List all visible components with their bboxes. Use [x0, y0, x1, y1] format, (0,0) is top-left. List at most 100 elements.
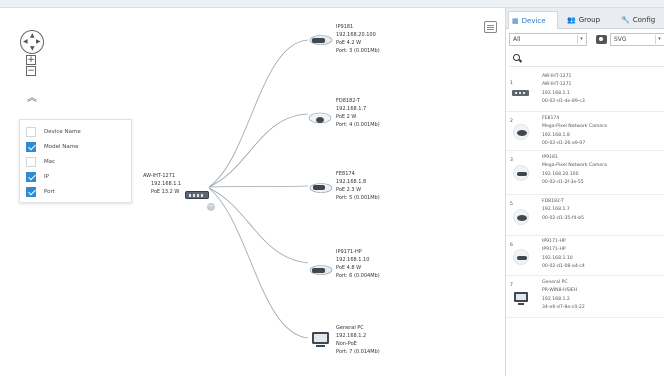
node-name: AW-IHT-1271 — [143, 173, 176, 179]
link-fe8174 — [208, 185, 309, 188]
pan-up-icon[interactable]: ▲ — [30, 33, 35, 39]
device-list-item[interactable]: 6 IP9171-HP IP9171-HP 192.168.1.10 00-02… — [506, 236, 664, 276]
collapse-chevron-icon[interactable]: ︽ — [27, 89, 37, 104]
node-line: IP9181 — [336, 24, 354, 30]
device-line: Mega-Pixel Network Camera — [542, 124, 607, 130]
node-line: PoE 4.8 W — [336, 265, 362, 271]
link-ip9171 — [208, 187, 309, 264]
filter-label: IP — [44, 174, 49, 180]
checkbox[interactable] — [26, 157, 36, 167]
node-label-ip9181: IP9181 192.168.20.100 PoE 4.2 W Port: 3 … — [336, 23, 380, 55]
device-list-item[interactable]: 5 FD8182-T 192.168.1.7 00-02-d1-35-f4-b5 — [506, 195, 664, 236]
bullet-camera-icon — [513, 249, 529, 265]
filter-device-name[interactable]: Device Name — [26, 126, 81, 138]
select-value: SVG — [614, 36, 627, 43]
node-label-generalpc: General PC 192.168.1.2 Non-PoE Port: 7 (… — [336, 324, 380, 356]
zoom-in-button[interactable]: + — [26, 55, 36, 65]
bullet-camera-icon[interactable] — [309, 35, 333, 45]
dome-camera-icon — [513, 209, 529, 225]
device-index: 5 — [510, 202, 513, 207]
node-line: PoE 2 W — [336, 114, 357, 120]
dome-camera-icon — [513, 124, 529, 140]
device-line: 192.168.1.1 — [542, 90, 570, 96]
box-camera-icon[interactable] — [309, 183, 333, 193]
device-line: IP9171-HP — [542, 239, 566, 244]
checkbox[interactable] — [26, 142, 36, 152]
device-list-item[interactable]: 7 General PC PR-WIN8-HSIEH 192.168.1.2 3… — [506, 276, 664, 318]
node-line: Non-PoE — [336, 341, 357, 347]
device-line: AW-IHT-1271 — [542, 82, 572, 88]
filter-label: Device Name — [44, 129, 81, 135]
link-fd8182 — [208, 113, 309, 188]
bullet-camera-icon[interactable] — [309, 265, 333, 275]
node-line: FD8182-T — [336, 98, 360, 104]
tab-device[interactable]: ▦ Device — [508, 11, 558, 29]
device-line: 00-02-d1-35-f4-b5 — [542, 215, 585, 221]
device-panel: ▦Device 👥Group 🔧Config All ▾ SVG ▾ 1 — [505, 8, 664, 376]
node-line: 192.168.1.8 — [336, 179, 367, 185]
device-details: IP9171-HP IP9171-HP 192.168.1.10 00-02-d… — [542, 238, 585, 271]
node-line: 192.168.1.10 — [336, 257, 370, 263]
search-icon — [513, 54, 520, 61]
root-switch-label: AW-IHT-1271 192.168.1.1 PoE 13.2 W — [143, 172, 181, 196]
device-details: General PC PR-WIN8-HSIEH 192.168.1.2 34-… — [542, 279, 585, 312]
chevron-down-icon: ▾ — [577, 35, 585, 44]
dome-camera-icon[interactable] — [308, 112, 332, 124]
node-line: Port: 6 (0.004Mb) — [336, 273, 380, 279]
device-search[interactable] — [509, 52, 664, 67]
device-line: 00-02-d1-2f-3e-55 — [542, 179, 584, 185]
collapse-node-button[interactable]: − — [207, 203, 215, 211]
device-line: Mega-Pixel Network Camera — [542, 163, 607, 169]
tab-group[interactable]: 👥 Group — [564, 11, 614, 29]
export-format-select[interactable]: SVG ▾ — [610, 33, 664, 46]
node-line: 192.168.20.100 — [336, 32, 376, 38]
tab-label: Device — [521, 17, 546, 25]
device-list-item[interactable]: 1 AW-IHT-1271 AW-IHT-1271 192.168.1.1 00… — [506, 68, 664, 112]
device-line: AW-IHT-1271 — [542, 74, 572, 79]
device-line: 00-02-d1-de-89-c3 — [542, 98, 585, 104]
device-list-item[interactable]: 3 IP9181 Mega-Pixel Network Camera 192.1… — [506, 151, 664, 195]
device-filter-select[interactable]: All ▾ — [509, 33, 587, 46]
link-generalpc — [208, 187, 309, 339]
app-window: ▲ ▼ ◀ ▶ + − ︽ Device Name Model Name Mac… — [0, 0, 664, 376]
device-line: 00-02-d1-26-a9-07 — [542, 140, 586, 146]
filter-model-name[interactable]: Model Name — [26, 141, 79, 153]
filter-ip[interactable]: IP — [26, 171, 49, 183]
checkbox[interactable] — [26, 187, 36, 197]
pc-monitor-icon[interactable] — [312, 332, 329, 347]
zoom-out-button[interactable]: − — [26, 66, 36, 76]
filter-mac[interactable]: Mac — [26, 156, 55, 168]
device-index: 2 — [510, 119, 513, 124]
checkbox[interactable] — [26, 172, 36, 182]
node-label-fe8174: FE8174 192.168.1.8 PoE 2.3 W Port: 5 (0.… — [336, 170, 380, 202]
node-poe: PoE 13.2 W — [151, 189, 180, 195]
pan-left-icon[interactable]: ◀ — [23, 39, 28, 45]
top-bar — [0, 0, 664, 8]
label-filter-panel: Device Name Model Name Mac IP Port — [19, 119, 132, 203]
pan-down-icon[interactable]: ▼ — [30, 46, 35, 52]
users-icon: 👥 — [567, 16, 576, 24]
checkbox[interactable] — [26, 127, 36, 137]
device-details: IP9181 Mega-Pixel Network Camera 192.168… — [542, 154, 607, 187]
panel-tabs: ▦ Device 👥 Group 🔧 Config — [506, 8, 664, 29]
toggle-panel-icon[interactable] — [484, 21, 497, 33]
node-line: Port: 3 (0.001Mb) — [336, 48, 380, 54]
tab-label: Config — [632, 16, 656, 24]
device-index: 1 — [510, 81, 513, 86]
pan-control[interactable]: ▲ ▼ ◀ ▶ — [20, 30, 44, 54]
switch-icon[interactable] — [185, 191, 209, 199]
device-line: 192.168.1.10 — [542, 255, 573, 261]
tab-config[interactable]: 🔧 Config — [618, 11, 664, 29]
device-line: 192.168.20.100 — [542, 171, 579, 177]
pan-right-icon[interactable]: ▶ — [36, 39, 41, 45]
device-line: 00-02-d1-08-a4-c4 — [542, 263, 585, 269]
topology-canvas[interactable]: ▲ ▼ ◀ ▶ + − ︽ Device Name Model Name Mac… — [0, 8, 504, 376]
device-line: 192.168.1.7 — [542, 207, 570, 213]
device-line: 192.168.1.8 — [542, 132, 570, 138]
filter-port[interactable]: Port — [26, 186, 55, 198]
device-list-item[interactable]: 2 FE8174 Mega-Pixel Network Camera 192.1… — [506, 112, 664, 151]
snapshot-camera-icon[interactable] — [596, 35, 607, 44]
node-line: 192.168.1.2 — [336, 333, 367, 339]
device-line: IP9181 — [542, 155, 558, 160]
node-label-ip9171: IP9171-HP 192.168.1.10 PoE 4.8 W Port: 6… — [336, 248, 380, 280]
